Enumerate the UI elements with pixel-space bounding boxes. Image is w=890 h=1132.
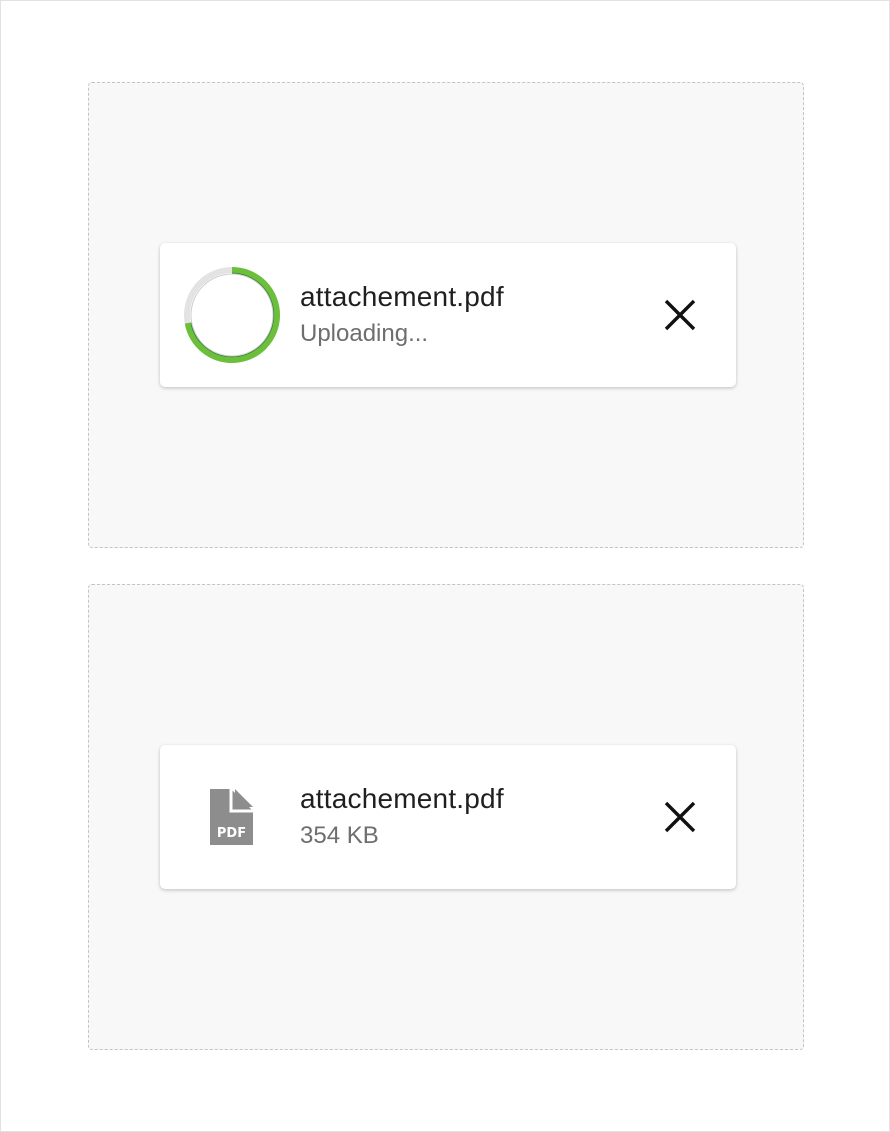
file-type-label: PDF xyxy=(217,826,246,841)
upload-status: Uploading... xyxy=(300,320,429,347)
file-card-uploaded: PDF attachement.pdf 354 KB xyxy=(160,745,736,889)
dropzone[interactable]: PDF attachement.pdf 354 KB xyxy=(88,584,804,1050)
file-size: 354 KB xyxy=(300,822,379,849)
pdf-file-icon: PDF xyxy=(210,789,253,845)
file-type-visual: PDF xyxy=(182,767,282,867)
close-icon xyxy=(664,801,696,833)
upload-progress-ring xyxy=(182,265,282,365)
file-card-uploading: attachement.pdf Uploading... xyxy=(160,243,736,387)
close-icon xyxy=(664,299,696,331)
progress-ring-icon xyxy=(184,267,280,363)
dropzone[interactable]: attachement.pdf Uploading... xyxy=(88,82,804,548)
file-name: attachement.pdf xyxy=(300,281,504,312)
file-name: attachement.pdf xyxy=(300,783,504,814)
cancel-upload-button[interactable] xyxy=(652,287,708,343)
progress-inner-outline xyxy=(190,273,274,357)
page-frame: attachement.pdf Uploading... PDF attache… xyxy=(0,0,890,1132)
remove-file-button[interactable] xyxy=(652,789,708,845)
